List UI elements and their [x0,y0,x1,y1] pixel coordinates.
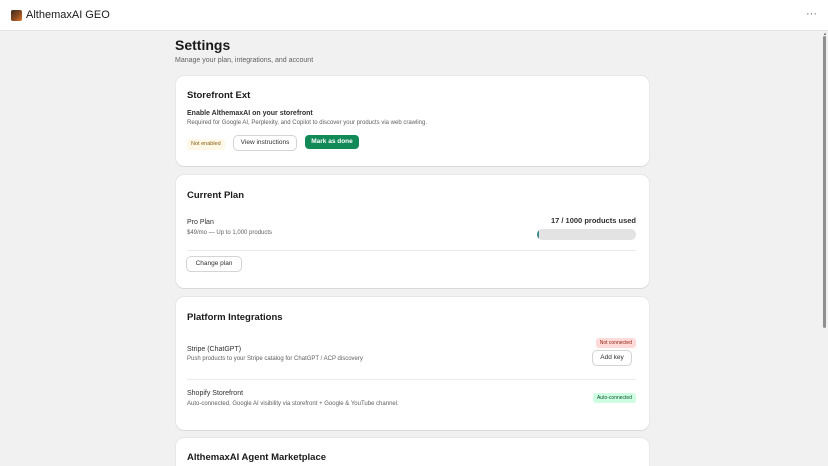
status-badge: Not connected [595,338,636,348]
scrollbar-thumb[interactable] [823,36,826,328]
storefront-card: Storefront Ext Enable AlthemaxAI on your… [176,76,649,166]
divider [187,379,636,380]
page-title: Settings [175,37,231,53]
usage-progress-bar [537,229,636,240]
agent-marketplace-title: AlthemaxAI Agent Marketplace [187,452,327,463]
plan-name: Pro Plan [187,219,214,226]
integration-description: Push products to your Stripe catalog for… [187,356,363,362]
storefront-heading: Enable AlthemaxAI on your storefront [187,110,313,117]
divider [187,250,636,251]
more-options-icon[interactable]: ··· [806,7,817,21]
agent-marketplace-card: AlthemaxAI Agent Marketplace [176,438,649,466]
mark-as-done-button[interactable]: Mark as done [305,135,359,149]
usage-text: 17 / 1000 products used [550,216,636,225]
integration-name: Shopify Storefront [187,390,244,397]
current-plan-card: Current Plan Pro Plan $49/mo — Up to 1,0… [176,175,649,288]
usage-progress-fill [537,229,539,240]
status-badge: Auto-connected [592,393,636,403]
platform-integrations-title: Platform Integrations [187,312,283,323]
status-badge: Not enabled [187,139,225,150]
plan-price: $49/mo — Up to 1,000 products [187,230,273,236]
storefront-description: Required for Google AI, Perplexity, and … [187,120,428,126]
app-logo-icon [11,10,22,21]
current-plan-title: Current Plan [187,190,245,201]
title-bar: AlthemaxAI GEO ··· [0,0,828,31]
change-plan-button[interactable]: Change plan [187,257,241,271]
page-subtitle: Manage your plan, integrations, and acco… [175,57,314,64]
integration-description: Auto-connected. Google AI visibility via… [187,401,399,407]
app-title: AlthemaxAI GEO [26,9,110,21]
settings-page: Settings Manage your plan, integrations,… [0,31,822,466]
storefront-card-title: Storefront Ext [187,90,251,101]
platform-integrations-card: Platform Integrations Stripe (ChatGPT) P… [176,297,649,430]
integration-name: Stripe (ChatGPT) [187,346,242,353]
add-key-button[interactable]: Add key [593,351,631,365]
view-instructions-button[interactable]: View instructions [234,136,296,150]
